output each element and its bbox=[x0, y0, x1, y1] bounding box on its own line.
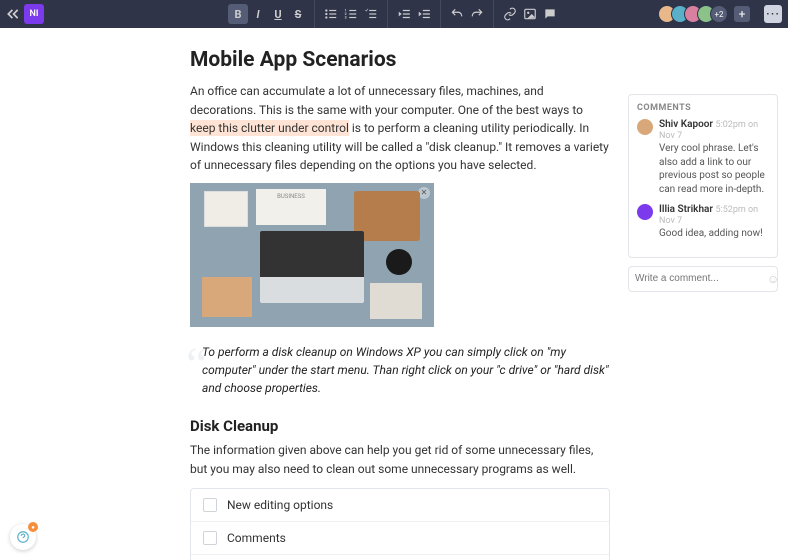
checklist-item[interactable]: Collaboration indicators (moving avatars… bbox=[191, 555, 609, 560]
inline-image[interactable]: ✕ BUSINESS bbox=[190, 183, 434, 327]
notification-badge: ● bbox=[28, 522, 38, 532]
paragraph[interactable]: The information given above can help you… bbox=[190, 441, 610, 478]
more-menu-button[interactable]: ⋯ bbox=[764, 5, 782, 23]
italic-button[interactable]: I bbox=[248, 4, 268, 24]
check-list-icon[interactable] bbox=[361, 4, 381, 24]
comments-panel: COMMENTS Shiv Kapoor 5:02pm on Nov 7 Ver… bbox=[628, 94, 778, 258]
outdent-icon[interactable] bbox=[394, 4, 414, 24]
avatar bbox=[637, 204, 653, 220]
comment[interactable]: Shiv Kapoor 5:02pm on Nov 7 Very cool ph… bbox=[637, 119, 769, 196]
page-title[interactable]: Mobile App Scenarios bbox=[190, 48, 610, 72]
editor-toolbar: B I U S 123 bbox=[222, 0, 566, 28]
checklist-item[interactable]: New editing options bbox=[191, 489, 609, 522]
comments-header: COMMENTS bbox=[637, 103, 769, 113]
back-icon[interactable] bbox=[6, 7, 20, 21]
workspace-avatar[interactable]: NI bbox=[24, 4, 44, 24]
emoji-icon[interactable]: ☺ bbox=[767, 272, 779, 286]
add-collaborator-button[interactable]: + bbox=[734, 6, 750, 22]
comment-icon[interactable] bbox=[540, 4, 560, 24]
ordered-list-icon[interactable]: 123 bbox=[341, 4, 361, 24]
checkbox[interactable] bbox=[203, 531, 217, 545]
indent-icon[interactable] bbox=[414, 4, 434, 24]
paragraph[interactable]: An office can accumulate a lot of unnece… bbox=[190, 82, 610, 175]
underline-button[interactable]: U bbox=[268, 4, 288, 24]
help-chat-button[interactable]: ● bbox=[10, 524, 36, 550]
comment-text-field[interactable] bbox=[635, 273, 767, 284]
blockquote[interactable]: “ To perform a disk cleanup on Windows X… bbox=[190, 339, 610, 411]
checklist-item[interactable]: Comments bbox=[191, 522, 609, 555]
heading-2[interactable]: Disk Cleanup bbox=[190, 417, 610, 435]
link-icon[interactable] bbox=[500, 4, 520, 24]
comment[interactable]: Illia Strikhar 5:52pm on Nov 7 Good idea… bbox=[637, 204, 769, 241]
image-icon[interactable] bbox=[520, 4, 540, 24]
navbar: NI B I U S 123 bbox=[0, 0, 788, 28]
svg-text:3: 3 bbox=[345, 16, 347, 20]
bold-button[interactable]: B bbox=[228, 4, 248, 24]
collaborator-avatars[interactable]: +2 bbox=[663, 5, 728, 23]
strike-button[interactable]: S bbox=[288, 4, 308, 24]
avatar bbox=[637, 119, 653, 135]
redo-icon[interactable] bbox=[467, 4, 487, 24]
comment-input[interactable]: ☺ bbox=[628, 266, 778, 292]
highlighted-text[interactable]: keep this clutter under control bbox=[190, 120, 349, 136]
undo-icon[interactable] bbox=[447, 4, 467, 24]
bullet-list-icon[interactable] bbox=[321, 4, 341, 24]
checkbox[interactable] bbox=[203, 498, 217, 512]
checklist: New editing options Comments Collaborati… bbox=[190, 488, 610, 560]
